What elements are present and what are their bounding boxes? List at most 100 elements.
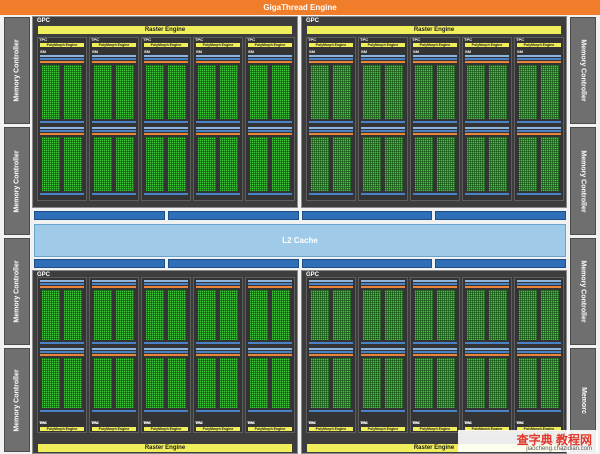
sm-bus-bar — [361, 342, 405, 344]
sm-bus-bar — [309, 61, 353, 63]
gpc-bottom-right: GPC Raster Engine TPC PolyMorph Engine SM TPC… — [301, 270, 567, 454]
sm-bus-bar — [196, 286, 240, 288]
polymorph-engine: PolyMorph Engine — [361, 427, 405, 431]
sm-bus-bar — [517, 58, 561, 60]
watermark: 查字典 教程网 jiaocheng.chazidian.com — [458, 430, 598, 452]
sm-bus-bar — [92, 61, 136, 63]
sm-bus-bar — [144, 410, 188, 412]
sm-bus-bar — [40, 121, 84, 123]
tpc: TPC PolyMorph Engine SM — [514, 37, 564, 201]
cuda-core-block — [116, 358, 134, 408]
tpc: TPC PolyMorph Engine SM — [37, 277, 87, 433]
sm-bus-bar — [517, 283, 561, 285]
sm-bus-bar — [413, 193, 457, 195]
sm-bus-bar — [361, 55, 405, 57]
cuda-core-block — [42, 358, 60, 408]
cuda-core-block — [333, 290, 351, 340]
cuda-core-block — [272, 65, 290, 119]
sm-bus-bar — [92, 130, 136, 132]
sm-bus-bar — [413, 58, 457, 60]
sm-bus-bar — [248, 354, 292, 356]
sm-label: SM — [144, 420, 150, 425]
sm-bus-bar — [144, 193, 188, 195]
cuda-core-block — [168, 65, 186, 119]
sm-bus-bar — [309, 121, 353, 123]
sm-bus-bar — [361, 348, 405, 350]
sm-label: SM — [40, 420, 46, 425]
cuda-core-block — [467, 358, 485, 408]
cuda-core-block — [519, 290, 537, 340]
cuda-core-block — [250, 137, 268, 191]
sm-bus-bar — [92, 127, 136, 129]
memory-controller-label: Memory Controller — [13, 368, 21, 432]
cuda-core-block — [363, 65, 381, 119]
sm-bus-bar — [248, 283, 292, 285]
sm-bus-bar — [196, 61, 240, 63]
sm-bus-bar — [413, 127, 457, 129]
crossbar-segment — [435, 211, 566, 220]
sm-bus-bar — [465, 193, 509, 195]
cuda-core-block — [519, 65, 537, 119]
cuda-core-block — [541, 137, 559, 191]
sm-bus-bar — [309, 58, 353, 60]
polymorph-engine: PolyMorph Engine — [92, 427, 136, 431]
memory-controller-left-1: Memory Controller — [4, 17, 30, 124]
cuda-core-block — [198, 358, 216, 408]
cuda-core-block — [198, 65, 216, 119]
sm-bus-bar — [517, 127, 561, 129]
cuda-core-block — [94, 137, 112, 191]
polymorph-engine: PolyMorph Engine — [413, 43, 457, 47]
cuda-core-block — [311, 290, 329, 340]
tpc: TPC PolyMorph Engine SM — [89, 277, 139, 433]
cuda-core-block — [311, 358, 329, 408]
cuda-core-block — [94, 290, 112, 340]
cuda-core-block — [42, 290, 60, 340]
sm-bus-bar — [465, 58, 509, 60]
sm-bus-bar — [40, 127, 84, 129]
polymorph-engine: PolyMorph Engine — [413, 427, 457, 431]
sm-bus-bar — [309, 133, 353, 135]
cuda-core-block — [467, 290, 485, 340]
sm-bus-bar — [248, 342, 292, 344]
sm-bus-bar — [144, 354, 188, 356]
sm-bus-bar — [361, 286, 405, 288]
sm-bus-bar — [248, 348, 292, 350]
sm-bus-bar — [40, 280, 84, 282]
cuda-core-block — [168, 290, 186, 340]
sm-bus-bar — [309, 410, 353, 412]
sm-bus-bar — [361, 133, 405, 135]
sm-bus-bar — [248, 127, 292, 129]
cuda-core-block — [168, 137, 186, 191]
sm-bus-bar — [92, 410, 136, 412]
sm-bus-bar — [92, 280, 136, 282]
sm-bus-bar — [465, 348, 509, 350]
sm-bus-bar — [517, 55, 561, 57]
tpc: TPC PolyMorph Engine SM — [193, 37, 243, 201]
sm-bus-bar — [144, 348, 188, 350]
tpc: TPC PolyMorph Engine SM — [462, 37, 512, 201]
sm-bus-bar — [465, 121, 509, 123]
cuda-core-block — [541, 358, 559, 408]
cuda-core-block — [385, 137, 403, 191]
sm-bus-bar — [361, 61, 405, 63]
cuda-core-block — [437, 65, 455, 119]
cuda-core-block — [94, 358, 112, 408]
sm-bus-bar — [361, 351, 405, 353]
cuda-core-block — [220, 137, 238, 191]
sm-bus-bar — [517, 351, 561, 353]
sm-bus-bar — [248, 280, 292, 282]
memory-controller-right-1: Memory Controller — [570, 17, 596, 124]
sm-bus-bar — [248, 286, 292, 288]
cuda-core-block — [385, 358, 403, 408]
sm-bus-bar — [361, 280, 405, 282]
cuda-core-block — [94, 65, 112, 119]
sm-label: SM — [92, 420, 98, 425]
sm-bus-bar — [144, 342, 188, 344]
sm-bus-bar — [413, 342, 457, 344]
tpc: TPC PolyMorph Engine SM — [245, 37, 295, 201]
sm-bus-bar — [465, 133, 509, 135]
sm-bus-bar — [196, 351, 240, 353]
crossbar-segment — [167, 259, 299, 268]
polymorph-engine: PolyMorph Engine — [248, 43, 292, 47]
cuda-core-block — [415, 137, 433, 191]
